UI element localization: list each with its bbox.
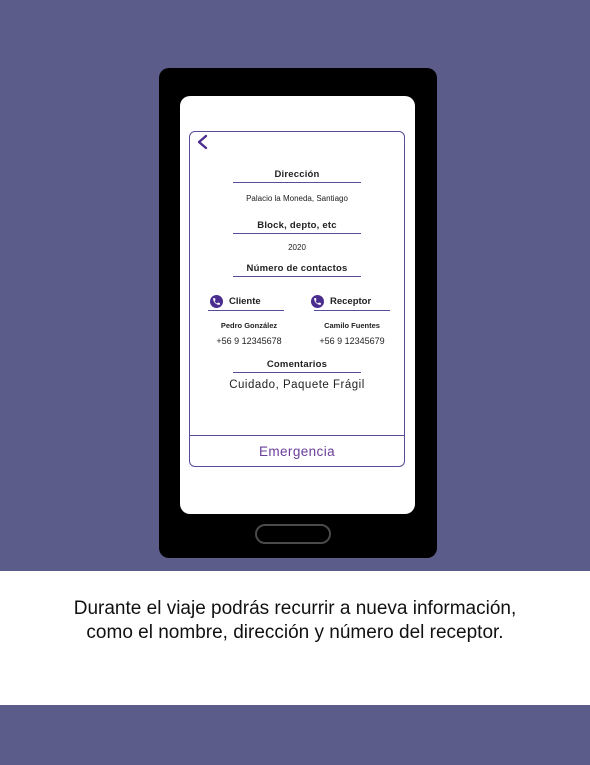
- receiver-label: Receptor: [330, 296, 372, 307]
- block-underline: [233, 233, 361, 234]
- client-name: Pedro González: [220, 321, 278, 330]
- contacts-underline: [233, 276, 361, 277]
- block-value: 2020: [288, 243, 306, 252]
- receiver-name: Camilo Fuentes: [324, 321, 380, 330]
- chevron-left-icon[interactable]: [195, 133, 211, 151]
- comments-label: Comentarios: [266, 359, 328, 370]
- address-underline: [233, 182, 361, 183]
- caption-panel: Durante el viaje podrás recurrir a nueva…: [0, 571, 590, 705]
- comments-underline: [233, 372, 361, 373]
- comments-value: Cuidado, Paquete Frágil: [229, 379, 365, 391]
- receiver-phone[interactable]: +56 9 12345679: [298, 336, 406, 346]
- address-label: Dirección: [274, 169, 320, 180]
- caption-text: Durante el viaje podrás recurrir a nueva…: [73, 598, 517, 643]
- client-phone[interactable]: +56 9 12345678: [195, 336, 303, 346]
- client-header: Cliente: [210, 295, 261, 308]
- receiver-underline: [314, 310, 390, 311]
- receiver-header: Receptor: [311, 295, 371, 308]
- address-value: Palacio la Moneda, Santiago: [246, 194, 348, 203]
- delivery-details-card: Dirección Palacio la Moneda, Santiago Bl…: [189, 131, 405, 467]
- home-button[interactable]: [255, 524, 331, 544]
- client-underline: [208, 310, 284, 311]
- emergency-button[interactable]: Emergencia: [190, 436, 404, 466]
- phone-device: Dirección Palacio la Moneda, Santiago Bl…: [159, 68, 437, 558]
- block-label: Block, depto, etc: [257, 220, 337, 231]
- phone-icon[interactable]: [210, 295, 223, 308]
- contacts-label: Número de contactos: [246, 263, 348, 274]
- client-label: Cliente: [229, 296, 261, 307]
- phone-icon[interactable]: [311, 295, 324, 308]
- phone-screen: Dirección Palacio la Moneda, Santiago Bl…: [180, 96, 415, 514]
